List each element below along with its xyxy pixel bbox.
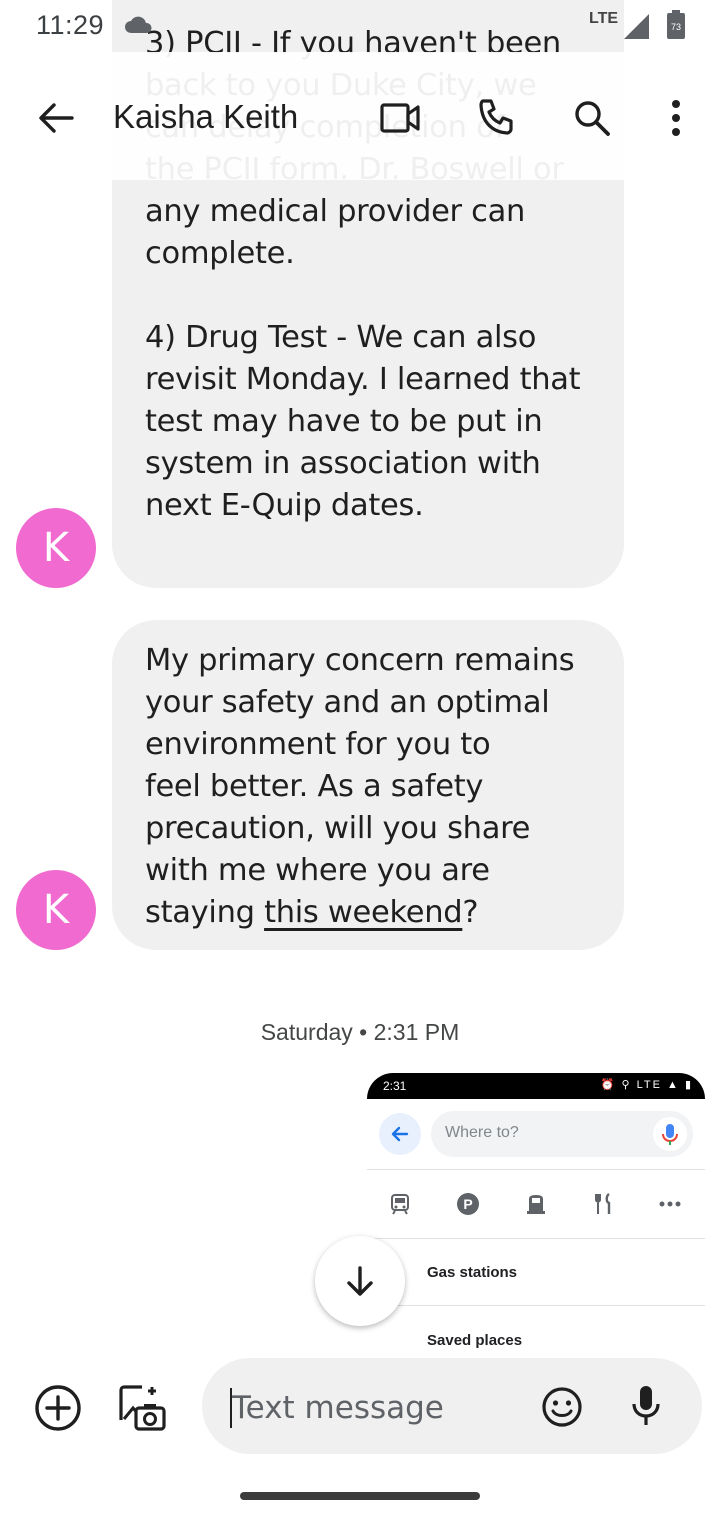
phone-icon <box>479 99 513 135</box>
attachment-search-placeholder: Where to? <box>445 1124 519 1141</box>
gallery-button[interactable] <box>116 1381 168 1433</box>
navigation-handle[interactable] <box>240 1492 480 1500</box>
gas-station-icon <box>523 1191 549 1217</box>
message-text-part: ? <box>462 895 479 930</box>
battery-level: 73 <box>671 22 681 32</box>
attachment-status-bar: 2:31 ⏰ ⚲ LTE ▲ ▮ <box>367 1073 705 1099</box>
more-vert-icon <box>672 100 680 136</box>
attachment-divider <box>367 1305 705 1306</box>
voice-call-button[interactable] <box>472 94 520 142</box>
message-timestamp: Saturday • 2:31 PM <box>260 1019 460 1045</box>
attachment-status-icons: ⏰ ⚲ LTE ▲ ▮ <box>600 1079 693 1091</box>
back-button[interactable] <box>34 96 78 140</box>
status-time: 11:29 <box>36 10 105 40</box>
network-type: LTE <box>589 10 619 27</box>
contact-avatar[interactable]: K <box>16 508 96 588</box>
video-call-button[interactable] <box>376 96 424 140</box>
attachment-back-icon <box>379 1113 421 1155</box>
restaurant-icon <box>591 1191 617 1217</box>
arrow-back-icon <box>39 103 74 133</box>
attachment-row-label: Saved places <box>427 1332 523 1349</box>
emoji-button[interactable] <box>540 1385 584 1429</box>
conversation-list[interactable]: 3) PCII - If you haven't been back to yo… <box>0 0 720 1355</box>
message-input[interactable]: Text message <box>202 1358 702 1454</box>
voice-input-button[interactable] <box>626 1383 666 1429</box>
photo-camera-icon <box>119 1385 166 1431</box>
contact-name[interactable]: Kaisha Keith <box>113 98 298 136</box>
search-icon <box>575 101 610 136</box>
status-bar: 11:29 LTE 73 <box>0 0 720 52</box>
attachment-divider <box>367 1238 705 1239</box>
compose-bar: Text message <box>0 1355 720 1520</box>
attachment-row-label: Gas stations <box>427 1264 518 1281</box>
attachment-status-time: 2:31 <box>383 1079 407 1093</box>
contact-avatar[interactable]: K <box>16 870 96 950</box>
app-bar: Kaisha Keith <box>0 52 720 180</box>
message-text: My primary concern remains your safety a… <box>145 640 575 934</box>
signal-icon <box>622 12 650 40</box>
emoji-icon <box>542 1387 582 1427</box>
attachment-divider <box>367 1169 705 1170</box>
train-icon <box>387 1191 413 1217</box>
add-circle-icon <box>35 1385 81 1431</box>
parking-icon: P <box>455 1191 481 1217</box>
arrow-down-icon <box>347 1266 373 1296</box>
video-camera-icon <box>380 103 420 133</box>
message-input-placeholder: Text message <box>232 1390 444 1426</box>
cloud-icon <box>124 16 154 34</box>
message-bubble[interactable]: My primary concern remains your safety a… <box>112 620 624 950</box>
more-icon <box>657 1191 683 1217</box>
image-attachment[interactable]: 2:31 ⏰ ⚲ LTE ▲ ▮ Where to? P Gas station… <box>367 1073 705 1355</box>
add-attachment-button[interactable] <box>33 1383 83 1433</box>
search-button[interactable] <box>568 94 616 142</box>
attachment-search-box: Where to? <box>431 1111 693 1157</box>
svg-text:P: P <box>463 1196 472 1212</box>
attachment-mic-icon <box>653 1117 687 1151</box>
scroll-to-bottom-button[interactable] <box>315 1236 405 1326</box>
date-link[interactable]: this weekend <box>264 895 463 930</box>
battery-icon: 73 <box>666 10 686 40</box>
more-options-button[interactable] <box>656 94 696 142</box>
mic-icon <box>632 1386 660 1425</box>
message-text-part: My primary concern remains your safety a… <box>145 643 575 930</box>
